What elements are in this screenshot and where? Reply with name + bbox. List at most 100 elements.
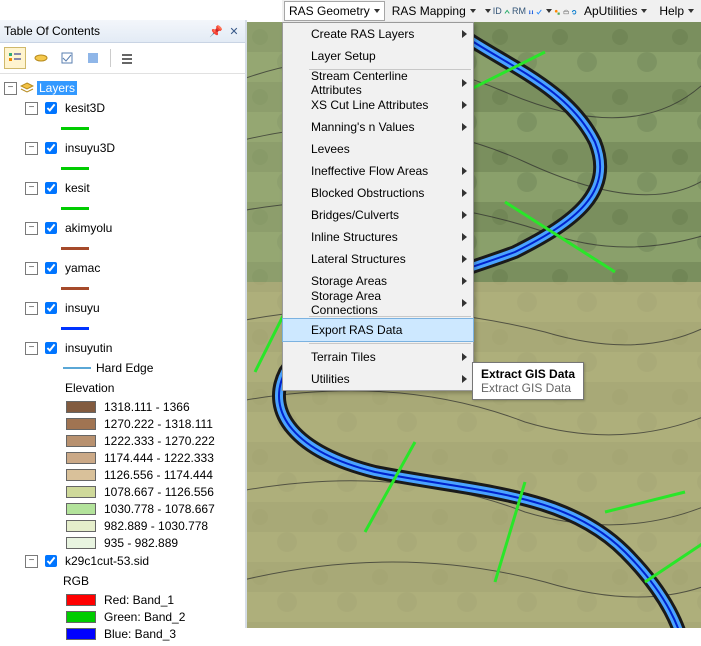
legend-class: 1078.667 - 1126.556 (4, 483, 245, 500)
arrows-down-icon[interactable] (528, 4, 534, 18)
layer-row[interactable]: − kesit (4, 178, 245, 198)
ras-mapping-menu-button[interactable]: RAS Mapping (387, 1, 481, 21)
check-icon[interactable] (536, 4, 542, 18)
layers-icon (20, 82, 34, 94)
class-label: 1270.222 - 1318.111 (102, 417, 215, 431)
pin-icon[interactable]: 📌 (209, 24, 223, 38)
close-icon[interactable]: ✕ (227, 24, 241, 38)
options-button[interactable] (117, 47, 139, 69)
menu-item[interactable]: XS Cut Line Attributes (283, 94, 473, 116)
menu-item[interactable]: Export RAS Data (282, 318, 474, 342)
root-label[interactable]: Layers (37, 81, 77, 95)
color-swatch (66, 452, 96, 464)
band-label: Blue: Band_3 (102, 627, 178, 641)
layer-checkbox[interactable] (45, 102, 57, 114)
collapse-icon[interactable]: − (25, 222, 38, 235)
tool-id-icon[interactable]: ID (493, 6, 502, 16)
layer-checkbox[interactable] (45, 262, 57, 274)
collapse-icon[interactable]: − (25, 182, 38, 195)
line-swatch (61, 247, 89, 250)
tool-icon[interactable] (504, 4, 510, 18)
submenu-arrow-icon (462, 255, 467, 263)
list-by-selection-button[interactable] (82, 47, 104, 69)
ras-geometry-menu-button[interactable]: RAS Geometry (284, 1, 385, 21)
layer-row[interactable]: − insuyu3D (4, 138, 245, 158)
collapse-icon[interactable]: − (25, 262, 38, 275)
band-row: Red: Band_1 (4, 591, 245, 608)
menu-item[interactable]: Inline Structures (283, 226, 473, 248)
caret-down-icon (688, 9, 694, 13)
menu-item[interactable]: Bridges/Culverts (283, 204, 473, 226)
menu-item[interactable]: Utilities (283, 368, 473, 390)
legend-field: Elevation (4, 378, 245, 398)
menu-item[interactable]: Create RAS Layers (283, 23, 473, 45)
help-menu-button[interactable]: Help (654, 1, 699, 21)
menu-item[interactable]: Blocked Obstructions (283, 182, 473, 204)
menu-item[interactable]: Ineffective Flow Areas (283, 160, 473, 182)
menu-item-label: Terrain Tiles (311, 350, 376, 364)
layer-row[interactable]: − kesit3D (4, 98, 245, 118)
collapse-icon[interactable]: − (25, 555, 38, 568)
menu-item[interactable]: Stream Centerline Attributes (283, 72, 473, 94)
raster-sub: RGB (4, 571, 245, 591)
legend-class: 982.889 - 1030.778 (4, 517, 245, 534)
layer-raster[interactable]: − k29c1cut-53.sid (4, 551, 245, 571)
menu-item-label: Storage Areas (311, 274, 387, 288)
layer-checkbox[interactable] (45, 342, 57, 354)
layer-label[interactable]: k29c1cut-53.sid (63, 554, 151, 568)
layer-checkbox[interactable] (45, 182, 57, 194)
collapse-icon[interactable]: − (25, 302, 38, 315)
refresh-icon[interactable] (571, 4, 577, 18)
color-swatch (66, 503, 96, 515)
list-by-visibility-button[interactable] (56, 47, 78, 69)
menu-item-label: Export RAS Data (311, 323, 402, 337)
layer-label[interactable]: kesit (63, 181, 92, 195)
submenu-arrow-icon (462, 375, 467, 383)
layer-row[interactable]: − insuyu (4, 298, 245, 318)
class-label: 935 - 982.889 (102, 536, 180, 550)
layer-swatch-row (4, 238, 245, 258)
collapse-icon[interactable]: − (25, 142, 38, 155)
layer-label[interactable]: insuyutin (63, 341, 114, 355)
band-label: Red: Band_1 (102, 593, 176, 607)
dropdown-icon[interactable] (546, 9, 552, 13)
layer-label[interactable]: akimyolu (63, 221, 114, 235)
dropdown-icon[interactable] (485, 9, 491, 13)
table-of-contents-panel: Table Of Contents 📌 ✕ − Layers − kesit3D (0, 20, 247, 628)
color-swatch (66, 469, 96, 481)
layer-label[interactable]: yamac (63, 261, 102, 275)
layer-checkbox[interactable] (45, 222, 57, 234)
tree-root[interactable]: − Layers (4, 78, 245, 98)
collapse-icon[interactable]: − (25, 102, 38, 115)
menu-item-label: Stream Centerline Attributes (311, 69, 451, 97)
tooltip-desc: Extract GIS Data (481, 381, 575, 395)
submenu-arrow-icon (462, 233, 467, 241)
layer-checkbox[interactable] (45, 555, 57, 567)
collapse-icon[interactable]: − (4, 82, 17, 95)
layer-checkbox[interactable] (45, 302, 57, 314)
layer-row[interactable]: − akimyolu (4, 218, 245, 238)
layer-insuyutin[interactable]: − insuyutin (4, 338, 245, 358)
menu-item[interactable]: Manning's n Values (283, 116, 473, 138)
tool-icon[interactable] (563, 4, 569, 18)
layer-checkbox[interactable] (45, 142, 57, 154)
line-swatch (61, 207, 89, 210)
layer-row[interactable]: − yamac (4, 258, 245, 278)
layer-label[interactable]: insuyu (63, 301, 102, 315)
aputilities-menu-button[interactable]: ApUtilities (579, 1, 652, 21)
layer-label[interactable]: insuyu3D (63, 141, 117, 155)
menu-item[interactable]: Terrain Tiles (283, 346, 473, 368)
band-label: Green: Band_2 (102, 610, 187, 624)
menu-item[interactable]: Storage Area Connections (283, 292, 473, 314)
main-toolbar: RAS Geometry RAS Mapping ID RM ApUtiliti… (282, 0, 701, 22)
tool-icon[interactable] (554, 4, 560, 18)
menu-item[interactable]: Levees (283, 138, 473, 160)
menu-item[interactable]: Layer Setup (283, 45, 473, 67)
tool-rm-icon[interactable]: RM (512, 6, 526, 16)
collapse-icon[interactable]: − (25, 342, 38, 355)
menu-item[interactable]: Lateral Structures (283, 248, 473, 270)
submenu-arrow-icon (462, 79, 467, 87)
layer-label[interactable]: kesit3D (63, 101, 107, 115)
list-by-drawing-order-button[interactable] (4, 47, 26, 69)
list-by-source-button[interactable] (30, 47, 52, 69)
